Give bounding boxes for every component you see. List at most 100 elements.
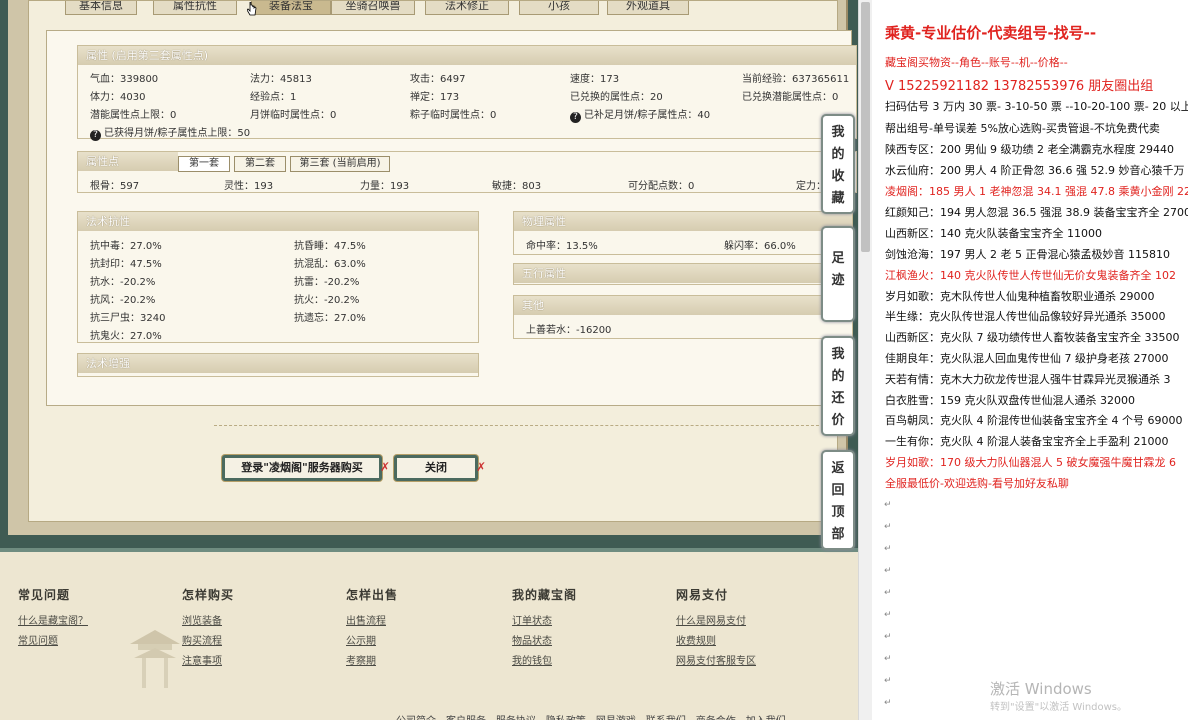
my-counteroffer-button[interactable]: 我的还价 — [821, 336, 855, 436]
site-footer: 常见问题 什么是藏宝阁？ 常见问题 怎样购买 浏览装备 购买流程 注意事项 怎样… — [0, 548, 858, 720]
doc-line: 红颜知己：194 男人忽混 36.5 强混 38.9 装备宝宝齐全 2700 — [885, 206, 1188, 219]
other-section: 其他 上善若水：-16200 — [513, 295, 853, 339]
doc-line: 半生缘：克火队传世混人传世仙品像较好异光通杀 35000 — [885, 310, 1166, 323]
doc-line: 一生有你：克火队 4 阶混人装备宝宝齐全上手盈利 21000 — [885, 435, 1169, 448]
tab-attributes-resist[interactable]: 属性抗性 — [153, 1, 237, 15]
footer-link[interactable]: 什么是藏宝阁？ — [18, 612, 88, 632]
doc-line: 佳期良年：克火队混人回血鬼传世仙 7 级护身老孩 27000 — [885, 352, 1169, 365]
footer-heading: 怎样购买 — [182, 588, 235, 602]
page-scrollbar[interactable] — [858, 0, 872, 720]
resist-fire: 抗火：-20.2% — [294, 295, 360, 306]
paragraph-mark-icon: ↵ — [884, 632, 892, 642]
enhance-header: 法术增强 — [78, 354, 478, 373]
points-section: 属性点 第一套 第二套 第三套 (当前启用) 根骨：597 灵性：193 力量：… — [77, 151, 857, 193]
footer-link[interactable]: 注意事项 — [182, 652, 234, 672]
footer-link[interactable]: 公示期 — [346, 632, 398, 652]
refilled-points: ? 已补足月饼/粽子属性点：40 — [570, 106, 710, 123]
tab-set-1[interactable]: 第一套 — [178, 156, 230, 172]
footer-link[interactable]: 订单状态 — [512, 612, 577, 632]
footer-col-pay: 网易支付 什么是网易支付 收费规则 网易支付客服专区 — [676, 586, 756, 672]
tab-set-2[interactable]: 第二套 — [234, 156, 286, 172]
water-value: 上善若水：-16200 — [526, 325, 612, 336]
attributes-section: 属性 (启用第三套属性点) 气血：339800 法力：45813 攻击：6497… — [77, 45, 857, 141]
resist-thunder: 抗雷：-20.2% — [294, 277, 360, 288]
footer-heading: 网易支付 — [676, 588, 729, 602]
doc-line: 天若有情：克木大力砍龙传世混人强牛甘霖异光灵猴通杀 3 — [885, 373, 1171, 386]
paragraph-mark-icon: ↵ — [884, 610, 892, 620]
tab-basic-info[interactable]: 基本信息 — [65, 1, 137, 15]
stamina-value: 体力：4030 — [90, 92, 146, 103]
exchanged-potential: 已兑换潜能属性点：0 — [742, 92, 839, 103]
tab-equipment[interactable]: 装备法宝 — [251, 1, 331, 15]
windows-activation-hint: 转到"设置"以激活 Windows。 — [990, 702, 1128, 713]
mouse-cursor-icon — [247, 2, 257, 16]
paragraph-mark-icon: ↵ — [884, 588, 892, 598]
resist-sleep: 抗昏睡：47.5% — [294, 241, 366, 252]
doc-line: 全服最低价-欢迎选购-看号加好友私聊 — [885, 477, 1069, 490]
points-header: 属性点 — [78, 152, 178, 171]
pagoda-icon — [130, 630, 180, 688]
doc-title: 乘黄-专业估价-代卖组号-找号-- — [885, 24, 1097, 42]
free-points: 可分配点数：0 — [628, 181, 695, 192]
footer-heading: 常见问题 — [18, 588, 71, 602]
strength: 力量：193 — [360, 181, 410, 192]
mooncake-temp: 月饼临时属性点：0 — [250, 110, 337, 121]
doc-line: 水云仙府：200 男人 4 阶正骨忽 36.6 强 52.9 妙音心猿千万 — [885, 164, 1185, 177]
points-limit-note: ? 已获得月饼/粽子属性点上限：50 — [90, 124, 250, 141]
footer-link[interactable]: 出售流程 — [346, 612, 398, 632]
footer-link[interactable]: 浏览装备 — [182, 612, 234, 632]
tab-mount-summon[interactable]: 坐骑召唤兽 — [331, 1, 415, 15]
footer-link[interactable]: 物品状态 — [512, 632, 577, 652]
wuxing-section: 五行属性 — [513, 263, 853, 285]
tab-appearance[interactable]: 外观道具 — [607, 1, 689, 15]
close-x-icon: ✗ — [380, 460, 391, 474]
hit-rate: 命中率：13.5% — [526, 241, 598, 252]
resist-chaos: 抗混乱：63.0% — [294, 259, 366, 270]
doc-line: 剑蚀沧海：197 男人 2 老 5 正骨混心猿孟极妙音 115810 — [885, 248, 1170, 261]
footer-col-faq: 常见问题 什么是藏宝阁？ 常见问题 — [18, 586, 88, 652]
back-to-top-button[interactable]: 返回顶部 — [821, 450, 855, 550]
resist-wind: 抗风：-20.2% — [90, 295, 156, 306]
paragraph-mark-icon: ↵ — [884, 544, 892, 554]
footer-link[interactable]: 常见问题 — [18, 632, 88, 652]
divider — [214, 425, 824, 426]
resist-poison: 抗中毒：27.0% — [90, 241, 162, 252]
footer-bottom-links[interactable]: 公司简介 - 客户服务 - 服务协议 - 隐私政策 - 网易游戏 - 联系我们 … — [396, 712, 786, 720]
tab-spell-correction[interactable]: 法术修正 — [425, 1, 509, 15]
speed-value: 速度：173 — [570, 74, 620, 85]
login-buy-button[interactable]: 登录"凌烟阁"服务器购买 — [222, 455, 382, 481]
footer-link[interactable]: 购买流程 — [182, 632, 234, 652]
doc-line: 山西新区：克火队 7 级功绩传世人畜牧装备宝宝齐全 33500 — [885, 331, 1180, 344]
footprint-button[interactable]: 足迹 — [821, 226, 855, 322]
footer-link[interactable]: 考察期 — [346, 652, 398, 672]
doc-line: 帮出组号-单号误差 5%放心选购-买贵管退-不坑免费代卖 — [885, 122, 1160, 135]
help-icon[interactable]: ? — [570, 112, 581, 123]
close-x-icon: ✗ — [476, 460, 487, 474]
doc-line: 江枫渔火：140 克火队传世人传世仙无价女鬼装备齐全 102 — [885, 269, 1176, 282]
exp-points: 经验点：1 — [250, 92, 297, 103]
enhance-section: 法术增强 — [77, 353, 479, 377]
doc-line: 陕西专区：200 男仙 9 级功绩 2 老全满霸克水程度 29440 — [885, 143, 1174, 156]
footer-link[interactable]: 收费规则 — [676, 632, 756, 652]
tab-child[interactable]: 小孩 — [519, 1, 599, 15]
paragraph-mark-icon: ↵ — [884, 676, 892, 686]
physical-header: 物理属性 — [514, 212, 852, 231]
zen-value: 禅定：173 — [410, 92, 460, 103]
physical-section: 物理属性 命中率：13.5% 躲闪率：66.0% — [513, 211, 853, 255]
hp-value: 气血：339800 — [90, 74, 159, 85]
tab-set-3[interactable]: 第三套 (当前启用) — [290, 156, 390, 172]
doc-line: 岁月如歌：克木队传世人仙鬼种植畜牧职业通杀 29000 — [885, 290, 1155, 303]
my-favorites-button[interactable]: 我的收藏 — [821, 114, 855, 214]
close-button[interactable]: 关闭 — [394, 455, 478, 481]
dodge-rate: 躲闪率：66.0% — [724, 241, 796, 252]
footer-link[interactable]: 网易支付客服专区 — [676, 652, 756, 672]
zongzi-temp: 粽子临时属性点：0 — [410, 110, 497, 121]
footer-link[interactable]: 我的钱包 — [512, 652, 577, 672]
windows-activation-watermark: 激活 Windows — [990, 680, 1092, 698]
help-icon[interactable]: ? — [90, 130, 101, 141]
resist-water: 抗水：-20.2% — [90, 277, 156, 288]
footer-link[interactable]: 什么是网易支付 — [676, 612, 756, 632]
scrollbar-thumb[interactable] — [861, 2, 870, 252]
resist-ghost-fire: 抗鬼火：27.0% — [90, 331, 162, 342]
doc-line: 白衣胜雪：159 克火队双盘传世仙混人通杀 32000 — [885, 394, 1135, 407]
